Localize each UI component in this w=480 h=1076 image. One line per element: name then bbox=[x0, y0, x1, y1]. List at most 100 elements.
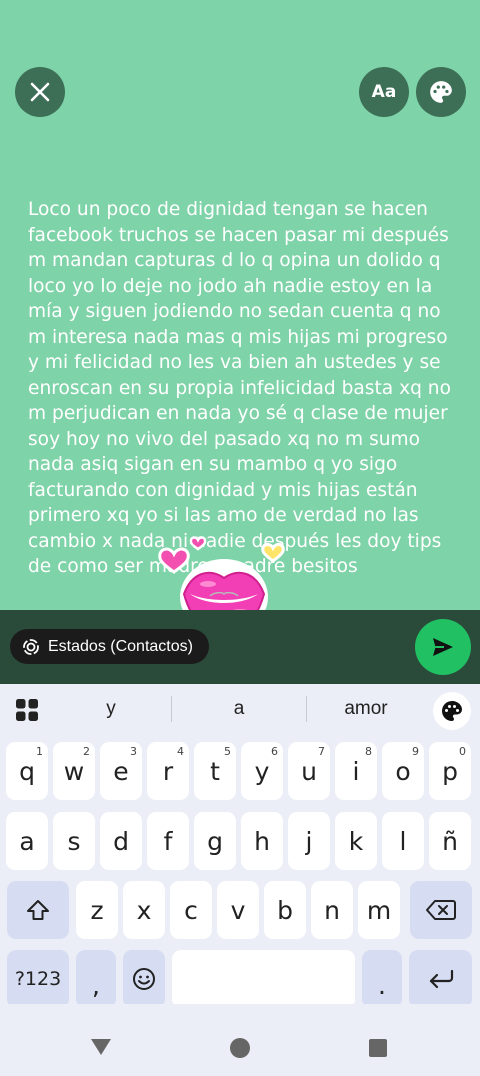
key-number-hint: 5 bbox=[224, 745, 231, 758]
key-ñ[interactable]: ñ bbox=[429, 812, 471, 870]
key-y[interactable]: y6 bbox=[241, 742, 283, 800]
key-number-hint: 4 bbox=[177, 745, 184, 758]
apps-grid-icon[interactable] bbox=[15, 698, 39, 722]
symbols-key[interactable]: ?123 bbox=[7, 950, 69, 1008]
key-label: e bbox=[113, 756, 129, 786]
back-nav-icon[interactable] bbox=[90, 1038, 112, 1056]
key-label: g bbox=[207, 826, 223, 856]
key-g[interactable]: g bbox=[194, 812, 236, 870]
key-label: a bbox=[19, 826, 35, 856]
key-t[interactable]: t5 bbox=[194, 742, 236, 800]
key-w[interactable]: w2 bbox=[53, 742, 95, 800]
key-label: b bbox=[277, 895, 293, 925]
heart-icon bbox=[158, 547, 190, 575]
key-label: r bbox=[162, 756, 174, 786]
key-label: m bbox=[366, 895, 392, 925]
comma-key[interactable]: , bbox=[76, 950, 116, 1008]
key-x[interactable]: x bbox=[123, 881, 165, 939]
key-a[interactable]: a bbox=[6, 812, 48, 870]
key-label: l bbox=[399, 826, 407, 856]
key-m[interactable]: m bbox=[358, 881, 400, 939]
key-number-hint: 0 bbox=[459, 745, 466, 758]
key-label: x bbox=[136, 895, 152, 925]
key-label: o bbox=[395, 756, 411, 786]
enter-arrow-icon bbox=[429, 969, 453, 989]
close-button[interactable] bbox=[15, 67, 65, 117]
key-p[interactable]: p0 bbox=[429, 742, 471, 800]
key-label: i bbox=[352, 756, 360, 786]
key-k[interactable]: k bbox=[335, 812, 377, 870]
key-label: d bbox=[113, 826, 129, 856]
system-navigation-bar bbox=[0, 1004, 480, 1076]
period-key[interactable]: . bbox=[362, 950, 402, 1008]
suggestion-3[interactable]: amor bbox=[306, 698, 426, 720]
keyboard-theme-button[interactable] bbox=[433, 692, 471, 730]
key-u[interactable]: u7 bbox=[288, 742, 330, 800]
color-palette-button[interactable] bbox=[416, 67, 466, 117]
key-s[interactable]: s bbox=[53, 812, 95, 870]
suggestion-1[interactable]: y bbox=[51, 698, 171, 720]
key-label: s bbox=[67, 826, 81, 856]
key-v[interactable]: v bbox=[217, 881, 259, 939]
key-c[interactable]: c bbox=[170, 881, 212, 939]
key-number-hint: 1 bbox=[36, 745, 43, 758]
key-h[interactable]: h bbox=[241, 812, 283, 870]
key-b[interactable]: b bbox=[264, 881, 306, 939]
key-l[interactable]: l bbox=[382, 812, 424, 870]
period-label: . bbox=[378, 970, 386, 1000]
key-number-hint: 6 bbox=[271, 745, 278, 758]
shift-key[interactable] bbox=[7, 881, 69, 939]
key-label: j bbox=[305, 826, 313, 856]
status-audience-label: Estados (Contactos) bbox=[48, 637, 193, 655]
close-icon bbox=[30, 82, 50, 102]
key-i[interactable]: i8 bbox=[335, 742, 377, 800]
font-style-button[interactable]: Aa bbox=[359, 67, 409, 117]
key-o[interactable]: o9 bbox=[382, 742, 424, 800]
suggestion-2[interactable]: a bbox=[179, 698, 299, 720]
emoji-icon bbox=[133, 968, 155, 990]
backspace-key[interactable] bbox=[410, 881, 472, 939]
suggestion-strip: y a amor bbox=[0, 684, 480, 736]
key-label: q bbox=[19, 756, 35, 786]
key-label: u bbox=[301, 756, 317, 786]
status-text[interactable]: Loco un poco de dignidad tengan se hacen… bbox=[28, 197, 458, 580]
key-z[interactable]: z bbox=[76, 881, 118, 939]
key-label: p bbox=[442, 756, 458, 786]
status-editor[interactable]: Aa Loco un poco de dignidad tengan se ha… bbox=[0, 0, 480, 610]
key-n[interactable]: n bbox=[311, 881, 353, 939]
key-number-hint: 7 bbox=[318, 745, 325, 758]
key-label: y bbox=[254, 756, 270, 786]
comma-label: , bbox=[92, 970, 100, 1000]
key-number-hint: 3 bbox=[130, 745, 137, 758]
space-key[interactable] bbox=[172, 950, 355, 1008]
key-number-hint: 2 bbox=[83, 745, 90, 758]
key-label: z bbox=[90, 895, 104, 925]
font-style-label: Aa bbox=[371, 82, 397, 102]
key-label: h bbox=[254, 826, 270, 856]
heart-icon bbox=[261, 542, 285, 564]
emoji-key[interactable] bbox=[123, 950, 165, 1008]
key-label: ñ bbox=[442, 826, 458, 856]
home-nav-icon[interactable] bbox=[230, 1038, 250, 1058]
shift-icon bbox=[27, 900, 49, 920]
key-label: c bbox=[184, 895, 198, 925]
key-label: k bbox=[348, 826, 364, 856]
heart-icon bbox=[189, 536, 207, 551]
key-label: t bbox=[210, 756, 220, 786]
keyboard: y a amor ?123 , . q 1 w 2 e 3 r 4 t 5 y … bbox=[0, 684, 480, 1008]
key-r[interactable]: r4 bbox=[147, 742, 189, 800]
key-f[interactable]: f bbox=[147, 812, 189, 870]
key-label: n bbox=[324, 895, 340, 925]
key-d[interactable]: d bbox=[100, 812, 142, 870]
key-j[interactable]: j bbox=[288, 812, 330, 870]
key-q[interactable]: q1 bbox=[6, 742, 48, 800]
key-number-hint: 8 bbox=[365, 745, 372, 758]
send-icon bbox=[433, 638, 453, 656]
status-audience-chip[interactable]: Estados (Contactos) bbox=[10, 629, 209, 664]
palette-icon bbox=[430, 81, 452, 103]
enter-key[interactable] bbox=[409, 950, 472, 1008]
send-button[interactable] bbox=[415, 619, 471, 675]
key-e[interactable]: e3 bbox=[100, 742, 142, 800]
recents-nav-icon[interactable] bbox=[369, 1039, 387, 1057]
key-label: w bbox=[63, 756, 85, 786]
